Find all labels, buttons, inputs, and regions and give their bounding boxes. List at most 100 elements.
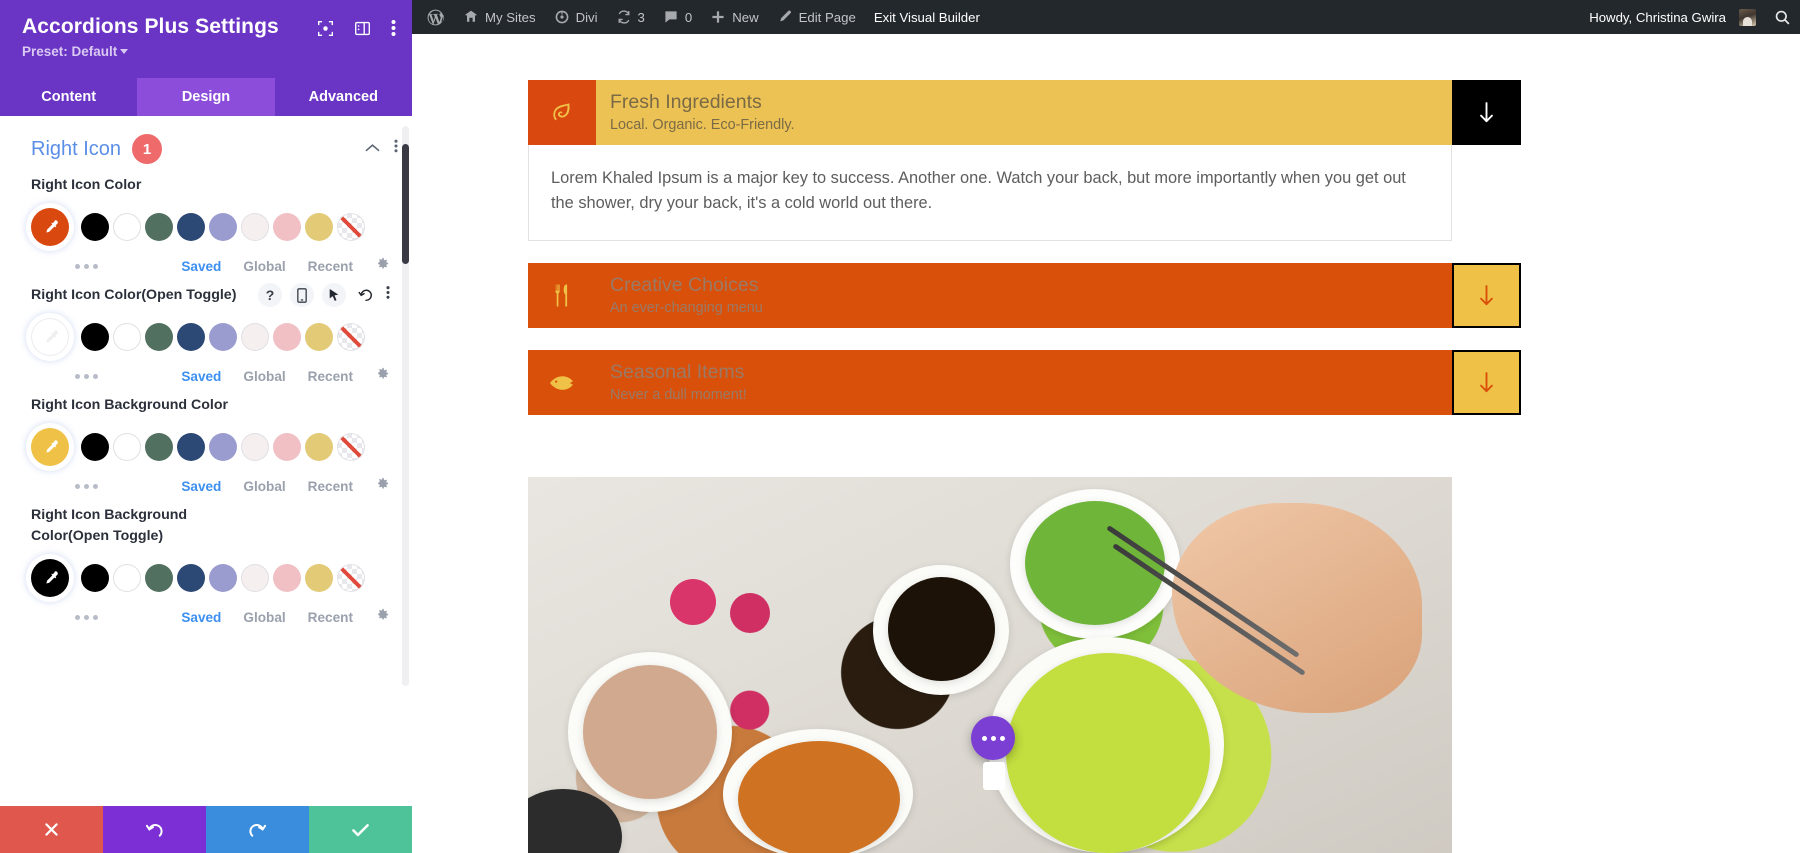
swatch-pink[interactable] bbox=[273, 323, 301, 351]
swatch-white[interactable] bbox=[113, 213, 141, 241]
palette-tab-recent[interactable]: Recent bbox=[308, 369, 353, 384]
palette-tab-recent[interactable]: Recent bbox=[308, 259, 353, 274]
cancel-button[interactable] bbox=[0, 806, 103, 853]
more-horizontal-icon[interactable] bbox=[75, 483, 98, 489]
swatch-green[interactable] bbox=[145, 564, 173, 592]
swatch-periwinkle[interactable] bbox=[209, 323, 237, 351]
swatch-gold[interactable] bbox=[305, 323, 333, 351]
swatch-gold[interactable] bbox=[305, 433, 333, 461]
accordion-header[interactable]: Seasonal Items Never a dull moment! bbox=[528, 350, 1521, 415]
swatch-pink[interactable] bbox=[273, 433, 301, 461]
palette-tab-saved[interactable]: Saved bbox=[181, 259, 221, 274]
tab-content[interactable]: Content bbox=[0, 78, 137, 116]
swatch-green[interactable] bbox=[145, 323, 173, 351]
comments-menu[interactable]: 0 bbox=[654, 0, 701, 34]
swatch-pink[interactable] bbox=[273, 564, 301, 592]
swatch-pink[interactable] bbox=[273, 213, 301, 241]
palette-tabs: Saved Global Recent bbox=[181, 256, 390, 276]
palette-tab-global[interactable]: Global bbox=[243, 610, 285, 625]
swatch-gold[interactable] bbox=[305, 213, 333, 241]
swatch-periwinkle[interactable] bbox=[209, 213, 237, 241]
more-horizontal-icon[interactable] bbox=[75, 263, 98, 269]
accordion-toggle-arrow[interactable] bbox=[1452, 350, 1521, 415]
selected-color-swatch[interactable] bbox=[29, 557, 71, 599]
swatch-offwhite[interactable] bbox=[241, 213, 269, 241]
swatch-offwhite[interactable] bbox=[241, 433, 269, 461]
wp-logo-menu[interactable] bbox=[412, 0, 454, 34]
palette-tab-saved[interactable]: Saved bbox=[181, 369, 221, 384]
more-vertical-icon[interactable] bbox=[391, 19, 396, 37]
save-button[interactable] bbox=[309, 806, 412, 853]
swatch-periwinkle[interactable] bbox=[209, 433, 237, 461]
more-vertical-icon[interactable] bbox=[386, 285, 390, 305]
swatch-transparent[interactable] bbox=[337, 213, 365, 241]
divi-menu[interactable]: Divi bbox=[545, 0, 607, 34]
gear-icon[interactable] bbox=[375, 476, 390, 496]
palette-tab-saved[interactable]: Saved bbox=[181, 479, 221, 494]
swatch-transparent[interactable] bbox=[337, 564, 365, 592]
account-menu[interactable]: Howdy, Christina Gwira bbox=[1575, 0, 1765, 34]
swatch-white[interactable] bbox=[113, 564, 141, 592]
more-horizontal-icon[interactable] bbox=[75, 373, 98, 379]
swatch-black[interactable] bbox=[81, 323, 109, 351]
swatch-navy[interactable] bbox=[177, 433, 205, 461]
exit-visual-builder-link[interactable]: Exit Visual Builder bbox=[865, 0, 989, 34]
swatch-navy[interactable] bbox=[177, 213, 205, 241]
gear-icon[interactable] bbox=[375, 607, 390, 627]
swatch-offwhite[interactable] bbox=[241, 564, 269, 592]
mobile-icon[interactable] bbox=[290, 283, 314, 307]
edit-page-link[interactable]: Edit Page bbox=[768, 0, 865, 34]
accordion-toggle-arrow[interactable] bbox=[1452, 80, 1521, 145]
swatch-transparent[interactable] bbox=[337, 433, 365, 461]
accordion-toggle-arrow[interactable] bbox=[1452, 263, 1521, 328]
help-icon[interactable]: ? bbox=[258, 283, 282, 307]
palette-tab-recent[interactable]: Recent bbox=[308, 479, 353, 494]
more-vertical-icon[interactable] bbox=[394, 138, 398, 159]
updates-menu[interactable]: 3 bbox=[607, 0, 654, 34]
my-sites-menu[interactable]: My Sites bbox=[454, 0, 545, 34]
reset-icon[interactable] bbox=[354, 283, 378, 307]
palette-tab-recent[interactable]: Recent bbox=[308, 610, 353, 625]
gear-icon[interactable] bbox=[375, 256, 390, 276]
selected-color-swatch[interactable] bbox=[29, 426, 71, 468]
palette-tab-global[interactable]: Global bbox=[243, 369, 285, 384]
swatch-navy[interactable] bbox=[177, 564, 205, 592]
preset-selector[interactable]: Preset: Default bbox=[22, 44, 394, 59]
layout-panel-icon[interactable] bbox=[354, 20, 371, 37]
swatch-black[interactable] bbox=[81, 433, 109, 461]
more-horizontal-icon[interactable] bbox=[75, 614, 98, 620]
focus-target-icon[interactable] bbox=[317, 20, 334, 37]
palette-tab-global[interactable]: Global bbox=[243, 259, 285, 274]
swatch-black[interactable] bbox=[81, 564, 109, 592]
chevron-up-icon[interactable] bbox=[365, 140, 380, 158]
redo-button[interactable] bbox=[206, 806, 309, 853]
undo-button[interactable] bbox=[103, 806, 206, 853]
swatch-transparent[interactable] bbox=[337, 323, 365, 351]
palette-tab-global[interactable]: Global bbox=[243, 479, 285, 494]
swatch-white[interactable] bbox=[113, 323, 141, 351]
gear-icon[interactable] bbox=[375, 366, 390, 386]
tab-design[interactable]: Design bbox=[137, 78, 275, 116]
swatch-gold[interactable] bbox=[305, 564, 333, 592]
swatch-offwhite[interactable] bbox=[241, 323, 269, 351]
swatch-black[interactable] bbox=[81, 213, 109, 241]
search-button[interactable] bbox=[1765, 0, 1800, 34]
hover-cursor-icon[interactable] bbox=[322, 283, 346, 307]
module-settings-button[interactable] bbox=[971, 716, 1015, 760]
selected-color-swatch[interactable] bbox=[29, 206, 71, 248]
pencil-icon bbox=[777, 9, 793, 25]
swatch-white[interactable] bbox=[113, 433, 141, 461]
section-right-icon[interactable]: Right Icon 1 bbox=[0, 116, 412, 168]
accordion-header[interactable]: Fresh Ingredients Local. Organic. Eco-Fr… bbox=[528, 80, 1521, 145]
swatch-navy[interactable] bbox=[177, 323, 205, 351]
swatch-green[interactable] bbox=[145, 213, 173, 241]
new-content-menu[interactable]: New bbox=[701, 0, 767, 34]
accordion-header[interactable]: Creative Choices An ever-changing menu bbox=[528, 263, 1521, 328]
accordion-module: Fresh Ingredients Local. Organic. Eco-Fr… bbox=[528, 80, 1521, 437]
swatch-green[interactable] bbox=[145, 433, 173, 461]
tab-advanced[interactable]: Advanced bbox=[275, 78, 412, 116]
selected-color-swatch[interactable] bbox=[29, 316, 71, 358]
swatch-periwinkle[interactable] bbox=[209, 564, 237, 592]
module-toolbar-stub[interactable] bbox=[983, 762, 1005, 790]
palette-tab-saved[interactable]: Saved bbox=[181, 610, 221, 625]
